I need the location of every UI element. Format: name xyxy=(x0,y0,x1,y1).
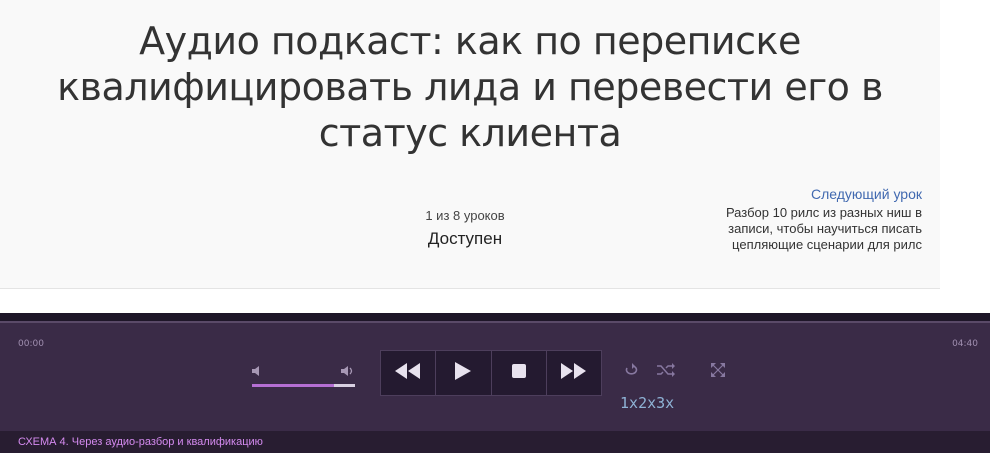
play-button[interactable] xyxy=(436,351,492,395)
next-lesson-link[interactable]: Следующий урок xyxy=(660,186,922,202)
lesson-card: Аудио подкаст: как по переписке квалифиц… xyxy=(0,0,940,289)
progress-bar[interactable] xyxy=(0,313,990,321)
fast-forward-icon xyxy=(560,362,587,384)
speed-2x[interactable]: 2x xyxy=(638,394,656,412)
stop-icon xyxy=(511,363,526,383)
speed-1x[interactable]: 1x xyxy=(620,394,638,412)
rewind-button[interactable] xyxy=(381,351,437,395)
next-lesson[interactable]: Следующий урок Разбор 10 рилс из разных … xyxy=(660,186,922,253)
next-lesson-title[interactable]: Разбор 10 рилс из разных ниш в записи, ч… xyxy=(692,205,922,253)
play-icon xyxy=(455,361,472,385)
repeat-icon xyxy=(623,362,641,380)
track-title-bar: СХЕМА 4. Через аудио-разбор и квалификац… xyxy=(0,431,990,453)
fast-forward-button[interactable] xyxy=(547,351,601,395)
lesson-count: 1 из 8 уроков xyxy=(425,208,505,223)
audio-player: 00:00 04:40 1x2x3x СХЕМА 4. Через аудио-… xyxy=(0,313,990,453)
shuffle-button[interactable] xyxy=(656,361,676,381)
rewind-icon xyxy=(395,362,421,384)
volume-level xyxy=(252,384,335,387)
lesson-status: Доступен xyxy=(427,229,503,248)
playback-controls xyxy=(380,350,602,396)
speed-3x[interactable]: 3x xyxy=(656,394,674,412)
repeat-button[interactable] xyxy=(622,361,642,381)
stop-button[interactable] xyxy=(492,351,547,395)
speed-selector: 1x2x3x xyxy=(620,394,674,412)
volume-low-icon[interactable] xyxy=(252,365,264,377)
lesson-title: Аудио подкаст: как по переписке квалифиц… xyxy=(57,19,883,155)
total-time: 04:40 xyxy=(952,339,978,349)
expand-button[interactable] xyxy=(708,361,728,381)
shuffle-icon xyxy=(657,362,675,380)
current-time: 00:00 xyxy=(18,339,44,349)
track-title: СХЕМА 4. Через аудио-разбор и квалификац… xyxy=(18,436,263,448)
volume-high-icon[interactable] xyxy=(341,365,353,377)
lesson-progress: 1 из 8 уроков Доступен xyxy=(370,208,560,249)
volume-slider[interactable] xyxy=(252,384,355,387)
expand-icon xyxy=(711,362,725,380)
progress-track[interactable] xyxy=(0,321,990,323)
